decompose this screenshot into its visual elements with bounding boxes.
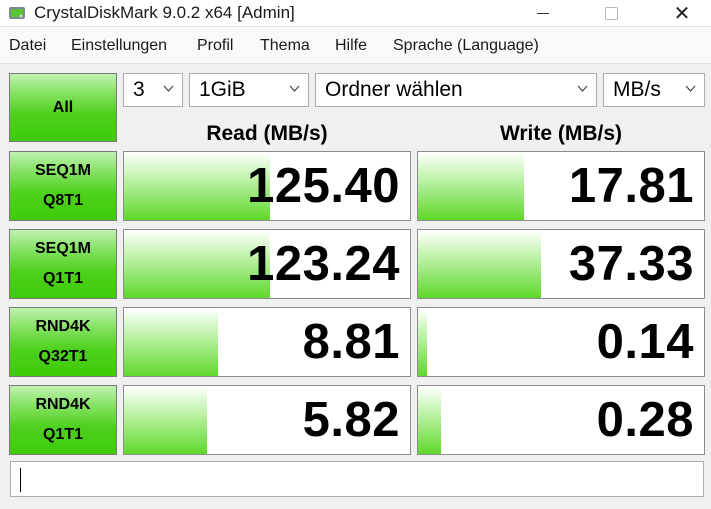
test-count-value: 3 <box>133 78 145 101</box>
read-column-header: Read (MB/s) <box>206 122 328 145</box>
write-value: 0.28 <box>596 393 694 447</box>
unit-select[interactable]: MB/s <box>603 73 705 107</box>
crystaldiskmark-app-icon <box>9 7 25 19</box>
chevron-down-icon <box>577 85 588 92</box>
write-result-rnd4k-q32t1: 0.14 <box>417 307 705 377</box>
chevron-down-icon <box>289 85 300 92</box>
drive-select[interactable]: Ordner wählen <box>315 73 597 107</box>
write-result-seq1m-q8t1: 17.81 <box>417 151 705 221</box>
unit-value: MB/s <box>613 78 661 101</box>
menu-hilfe[interactable]: Hilfe <box>335 37 367 55</box>
read-result-rnd4k-q1t1: 5.82 <box>123 385 411 455</box>
test-button-line2: Q32T1 <box>38 348 88 365</box>
write-progress-bar <box>418 152 524 220</box>
write-result-rnd4k-q1t1: 0.28 <box>417 385 705 455</box>
test-count-select[interactable]: 3 <box>123 73 183 107</box>
write-progress-bar <box>418 308 427 376</box>
write-result-seq1m-q1t1: 37.33 <box>417 229 705 299</box>
text-caret <box>20 468 21 492</box>
read-value: 123.24 <box>247 237 400 291</box>
test-button-line1: RND4K <box>35 396 91 413</box>
write-progress-bar <box>418 230 541 298</box>
minimize-icon <box>537 12 549 14</box>
test-button-rnd4k-q32t1[interactable]: RND4K Q32T1 <box>9 307 117 377</box>
write-value: 37.33 <box>568 237 694 291</box>
chevron-down-icon <box>685 85 696 92</box>
window-title: CrystalDiskMark 9.0.2 x64 [Admin] <box>34 3 295 22</box>
test-button-line1: SEQ1M <box>34 240 91 257</box>
write-progress-bar <box>418 386 441 454</box>
maximize-icon <box>604 6 618 20</box>
read-progress-bar <box>124 386 207 454</box>
test-size-value: 1GiB <box>199 78 246 101</box>
test-button-line1: SEQ1M <box>34 162 91 179</box>
chevron-down-icon <box>163 85 174 92</box>
test-button-line2: Q1T1 <box>42 426 83 443</box>
maximize-button[interactable] <box>589 0 633 26</box>
read-result-seq1m-q1t1: 123.24 <box>123 229 411 299</box>
test-size-select[interactable]: 1GiB <box>189 73 309 107</box>
close-icon: ✕ <box>673 2 691 25</box>
write-column-header: Write (MB/s) <box>499 122 623 145</box>
test-button-seq1m-q8t1[interactable]: SEQ1M Q8T1 <box>9 151 117 221</box>
test-button-line1: RND4K <box>35 318 91 335</box>
write-value: 17.81 <box>568 159 694 213</box>
test-button-seq1m-q1t1[interactable]: SEQ1M Q1T1 <box>9 229 117 299</box>
test-button-line2: Q1T1 <box>42 270 83 287</box>
menu-sprache[interactable]: Sprache (Language) <box>393 37 539 55</box>
read-result-seq1m-q8t1: 125.40 <box>123 151 411 221</box>
menu-thema[interactable]: Thema <box>260 37 310 55</box>
all-button-label: All <box>52 98 74 116</box>
read-result-rnd4k-q32t1: 8.81 <box>123 307 411 377</box>
menu-einstellungen[interactable]: Einstellungen <box>71 37 167 55</box>
menu-datei[interactable]: Datei <box>9 37 46 55</box>
all-button[interactable]: All <box>9 73 117 142</box>
write-value: 0.14 <box>596 315 694 369</box>
read-progress-bar <box>124 308 219 376</box>
drive-value: Ordner wählen <box>325 78 463 101</box>
test-button-line2: Q8T1 <box>42 192 83 209</box>
minimize-button[interactable] <box>521 0 565 26</box>
title-bar: CrystalDiskMark 9.0.2 x64 [Admin] ✕ <box>0 0 711 27</box>
menu-profil[interactable]: Profil <box>197 37 233 55</box>
menu-bar: Datei Einstellungen Profil Thema Hilfe S… <box>0 27 711 64</box>
read-value: 125.40 <box>247 159 400 213</box>
test-button-rnd4k-q1t1[interactable]: RND4K Q1T1 <box>9 385 117 455</box>
read-value: 8.81 <box>302 315 400 369</box>
close-button[interactable]: ✕ <box>660 0 704 26</box>
comment-input[interactable] <box>10 461 704 497</box>
read-value: 5.82 <box>302 393 400 447</box>
